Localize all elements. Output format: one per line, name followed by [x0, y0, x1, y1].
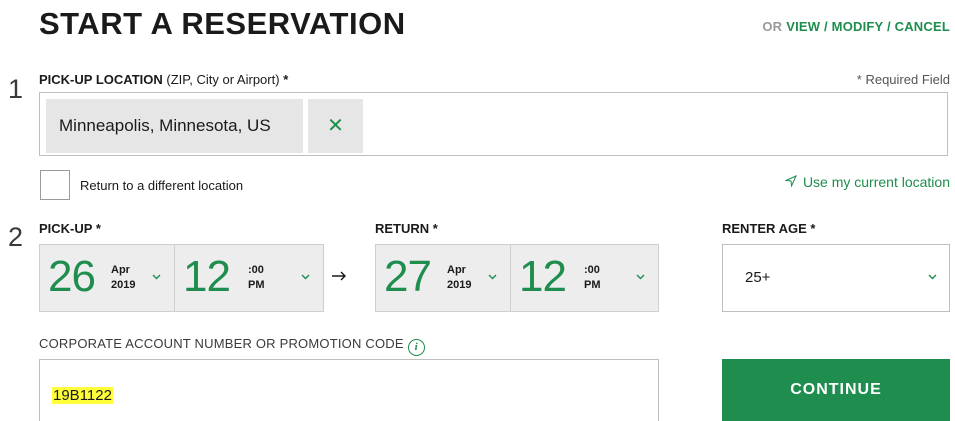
location-chip: Minneapolis, Minnesota, US: [46, 99, 303, 153]
return-date-select[interactable]: 27 Apr 2019: [376, 245, 510, 311]
pickup-date-select[interactable]: 26 Apr 2019: [40, 245, 174, 311]
renter-age-label: RENTER AGE *: [722, 221, 816, 236]
return-minute: :00: [584, 264, 600, 276]
location-arrow-icon: [784, 174, 797, 190]
return-ampm: PM: [584, 279, 601, 291]
step-number-1: 1: [8, 74, 24, 104]
return-month: Apr: [447, 264, 466, 276]
promo-code-value: 19B1122: [52, 387, 113, 404]
promo-code-label: CORPORATE ACCOUNT NUMBER OR PROMOTION CO…: [39, 336, 425, 356]
pickup-ampm: PM: [248, 279, 265, 291]
chevron-down-icon: [152, 267, 161, 283]
use-current-location-link[interactable]: Use my current location: [784, 174, 950, 190]
modify-reservation-links: OR VIEW / MODIFY / CANCEL: [762, 19, 950, 34]
pickup-location-input[interactable]: Minneapolis, Minnesota, US ✕: [39, 92, 948, 156]
return-different-location-label: Return to a different location: [80, 178, 244, 193]
promo-code-label-text: CORPORATE ACCOUNT NUMBER OR PROMOTION CO…: [39, 336, 404, 351]
pickup-year: 2019: [111, 279, 136, 291]
pickup-time-select[interactable]: 12 :00 PM: [175, 245, 323, 311]
chevron-down-icon: [928, 267, 937, 283]
pickup-datetime-picker: 26 Apr 2019 12 :00 PM: [39, 244, 324, 312]
continue-button[interactable]: CONTINUE: [722, 359, 950, 421]
required-field-note: * Required Field: [856, 72, 950, 87]
pickup-location-hint: (ZIP, City or Airport): [166, 72, 280, 87]
renter-age-value: 25+: [745, 269, 771, 286]
chevron-down-icon: [636, 267, 645, 283]
or-text: OR: [762, 19, 783, 34]
promo-code-input[interactable]: 19B1122: [39, 359, 659, 421]
pickup-location-label: PICK-UP LOCATION (ZIP, City or Airport) …: [39, 72, 288, 87]
return-hour: 12: [519, 252, 567, 301]
return-datetime-picker: 27 Apr 2019 12 :00 PM: [375, 244, 659, 312]
return-time-select[interactable]: 12 :00 PM: [511, 245, 658, 311]
return-day: 27: [384, 252, 432, 301]
pickup-minute: :00: [248, 264, 264, 276]
return-date-label: RETURN *: [375, 221, 438, 236]
return-different-location-checkbox[interactable]: [40, 170, 70, 200]
view-modify-cancel-link[interactable]: VIEW / MODIFY / CANCEL: [786, 19, 950, 34]
page-title: START A RESERVATION: [39, 6, 406, 41]
info-icon[interactable]: i: [407, 339, 425, 356]
close-icon[interactable]: ✕: [308, 99, 363, 153]
pickup-day: 26: [48, 252, 96, 301]
chevron-down-icon: [301, 267, 310, 283]
pickup-month: Apr: [111, 264, 130, 276]
step-number-2: 2: [8, 222, 24, 252]
pickup-date-label: PICK-UP *: [39, 221, 101, 236]
required-star: *: [283, 72, 289, 87]
arrow-right-icon: [331, 265, 347, 288]
use-current-location-text: Use my current location: [802, 174, 950, 190]
renter-age-select[interactable]: 25+: [722, 244, 950, 312]
return-year: 2019: [447, 279, 472, 291]
chevron-down-icon: [488, 267, 497, 283]
pickup-location-label-text: PICK-UP LOCATION: [39, 72, 163, 87]
pickup-hour: 12: [183, 252, 231, 301]
